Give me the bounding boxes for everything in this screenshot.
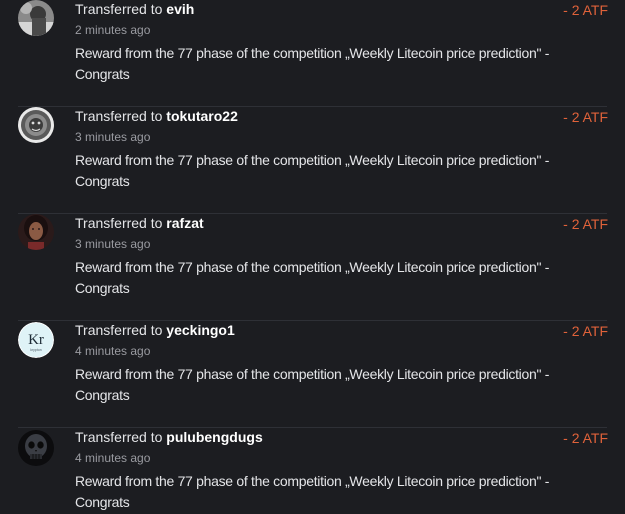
transaction-row: Transferred to rafzat 3 minutes ago Rewa…: [0, 214, 625, 321]
transfer-description: Transferred to rafzat: [75, 214, 204, 232]
recipient-link[interactable]: pulubengdugs: [166, 429, 262, 445]
recipient-link[interactable]: evih: [166, 1, 194, 17]
timestamp: 2 minutes ago: [75, 23, 151, 37]
transfer-description: Transferred to tokutaro22: [75, 107, 238, 125]
transaction-row: Transferred to pulubengdugs 4 minutes ag…: [0, 428, 625, 514]
transfer-prefix: Transferred to: [75, 429, 163, 445]
transfer-prefix: Transferred to: [75, 322, 163, 338]
transfer-amount: - 2 ATF: [563, 109, 608, 125]
timestamp: 3 minutes ago: [75, 237, 151, 251]
user-avatar[interactable]: Kr krypton: [18, 322, 54, 358]
transfer-prefix: Transferred to: [75, 1, 163, 17]
transfer-amount: - 2 ATF: [563, 323, 608, 339]
transfer-memo: Reward from the 77 phase of the competit…: [75, 152, 550, 189]
timestamp: 4 minutes ago: [75, 451, 151, 465]
timestamp: 3 minutes ago: [75, 130, 151, 144]
transfer-prefix: Transferred to: [75, 108, 163, 124]
user-avatar[interactable]: [18, 214, 54, 250]
user-avatar[interactable]: [18, 107, 54, 143]
transaction-row: Transferred to evih 2 minutes ago Reward…: [0, 0, 625, 107]
element-name: krypton: [30, 348, 42, 352]
skull-icon: [18, 430, 54, 466]
user-photo-icon: [18, 0, 54, 36]
krypton-element-icon: Kr krypton: [18, 322, 54, 358]
transfer-amount: - 2 ATF: [563, 216, 608, 232]
transfer-amount: - 2 ATF: [563, 430, 608, 446]
user-avatar[interactable]: [18, 0, 54, 36]
recipient-link[interactable]: rafzat: [166, 215, 203, 231]
transaction-row: Transferred to tokutaro22 3 minutes ago …: [0, 107, 625, 214]
transfer-amount: - 2 ATF: [563, 2, 608, 18]
timestamp: 4 minutes ago: [75, 344, 151, 358]
transfer-memo: Reward from the 77 phase of the competit…: [75, 259, 550, 296]
user-avatar[interactable]: [18, 430, 54, 466]
transfer-history-list: Transferred to evih 2 minutes ago Reward…: [0, 0, 625, 514]
transfer-description: Transferred to yeckingo1: [75, 321, 235, 339]
transfer-memo: Reward from the 77 phase of the competit…: [75, 473, 550, 510]
transfer-description: Transferred to pulubengdugs: [75, 428, 263, 446]
transfer-memo: Reward from the 77 phase of the competit…: [75, 45, 550, 82]
transfer-description: Transferred to evih: [75, 0, 194, 18]
user-photo-icon: [18, 214, 54, 250]
transfer-memo: Reward from the 77 phase of the competit…: [75, 366, 550, 403]
transaction-row: Kr krypton Transferred to yeckingo1 4 mi…: [0, 321, 625, 428]
lion-emblem-icon: [18, 107, 54, 143]
transfer-prefix: Transferred to: [75, 215, 163, 231]
recipient-link[interactable]: tokutaro22: [166, 108, 238, 124]
element-symbol: Kr: [28, 332, 44, 348]
recipient-link[interactable]: yeckingo1: [166, 322, 234, 338]
